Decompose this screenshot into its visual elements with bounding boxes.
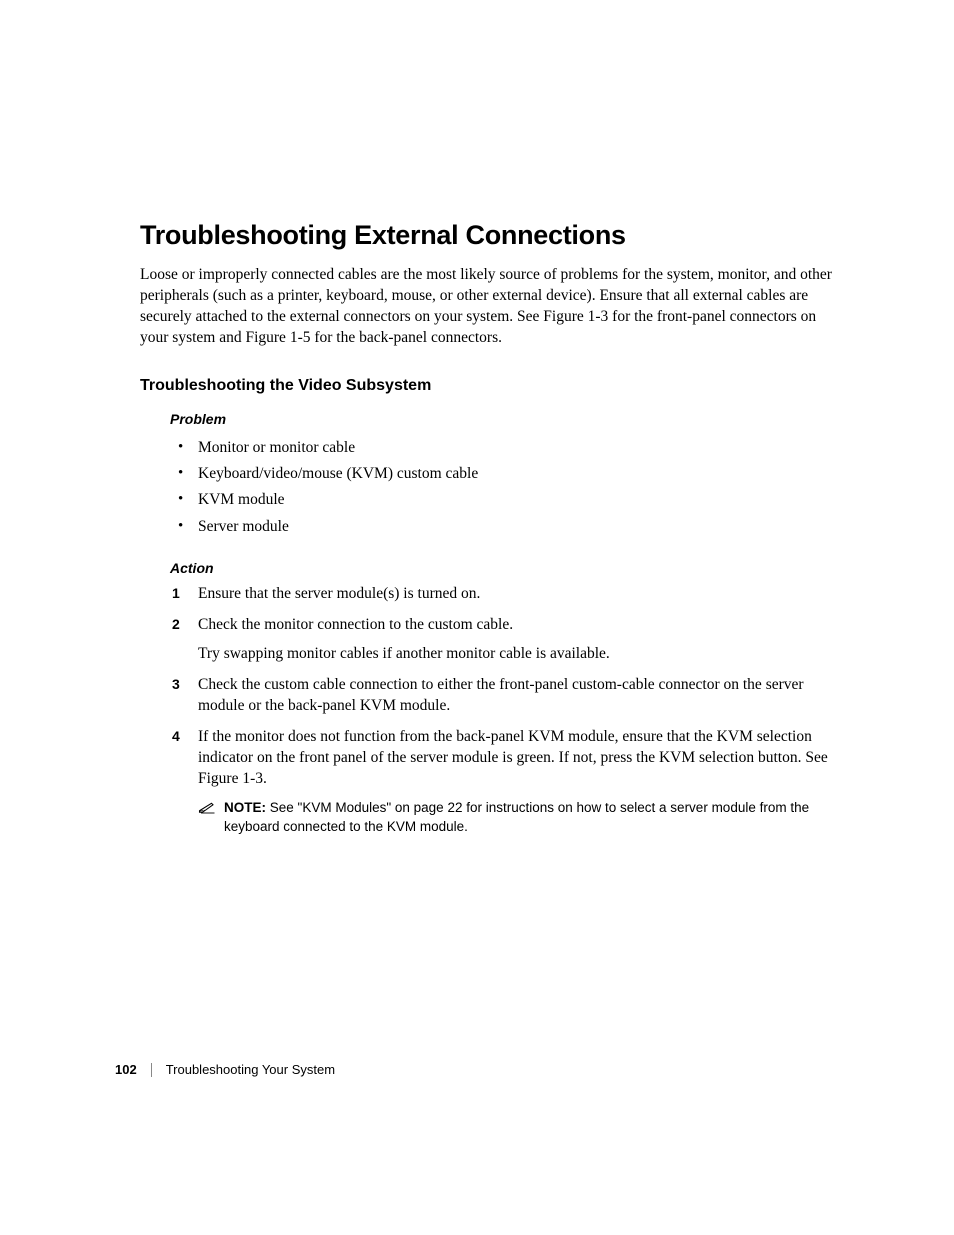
step-text: If the monitor does not function from th… bbox=[198, 728, 828, 787]
note-text: NOTE: See "KVM Modules" on page 22 for i… bbox=[224, 799, 839, 835]
section-heading: Troubleshooting the Video Subsystem bbox=[140, 377, 839, 395]
list-item: KVM module bbox=[170, 487, 839, 513]
list-item: Check the custom cable connection to eit… bbox=[170, 675, 839, 717]
intro-paragraph: Loose or improperly connected cables are… bbox=[140, 265, 839, 349]
action-heading: Action bbox=[170, 560, 839, 576]
note-body: See "KVM Modules" on page 22 for instruc… bbox=[224, 800, 809, 833]
action-list: Ensure that the server module(s) is turn… bbox=[170, 584, 839, 836]
note-block: NOTE: See "KVM Modules" on page 22 for i… bbox=[198, 799, 839, 835]
step-extra: Try swapping monitor cables if another m… bbox=[198, 644, 839, 665]
step-text: Check the monitor connection to the cust… bbox=[198, 616, 513, 633]
note-icon bbox=[198, 800, 216, 819]
page-number: 102 bbox=[115, 1062, 137, 1077]
list-item: Check the monitor connection to the cust… bbox=[170, 615, 839, 665]
problem-heading: Problem bbox=[170, 411, 839, 427]
list-item: Server module bbox=[170, 514, 839, 540]
step-text: Check the custom cable connection to eit… bbox=[198, 676, 804, 714]
footer-section-title: Troubleshooting Your System bbox=[166, 1062, 335, 1077]
problem-list: Monitor or monitor cable Keyboard/video/… bbox=[170, 435, 839, 540]
note-label: NOTE: bbox=[224, 800, 266, 815]
footer-divider bbox=[151, 1063, 152, 1077]
step-text: Ensure that the server module(s) is turn… bbox=[198, 585, 480, 602]
list-item: If the monitor does not function from th… bbox=[170, 727, 839, 836]
list-item: Ensure that the server module(s) is turn… bbox=[170, 584, 839, 605]
list-item: Monitor or monitor cable bbox=[170, 435, 839, 461]
page-footer: 102 Troubleshooting Your System bbox=[115, 1062, 335, 1077]
list-item: Keyboard/video/mouse (KVM) custom cable bbox=[170, 461, 839, 487]
page-heading: Troubleshooting External Connections bbox=[140, 220, 839, 251]
